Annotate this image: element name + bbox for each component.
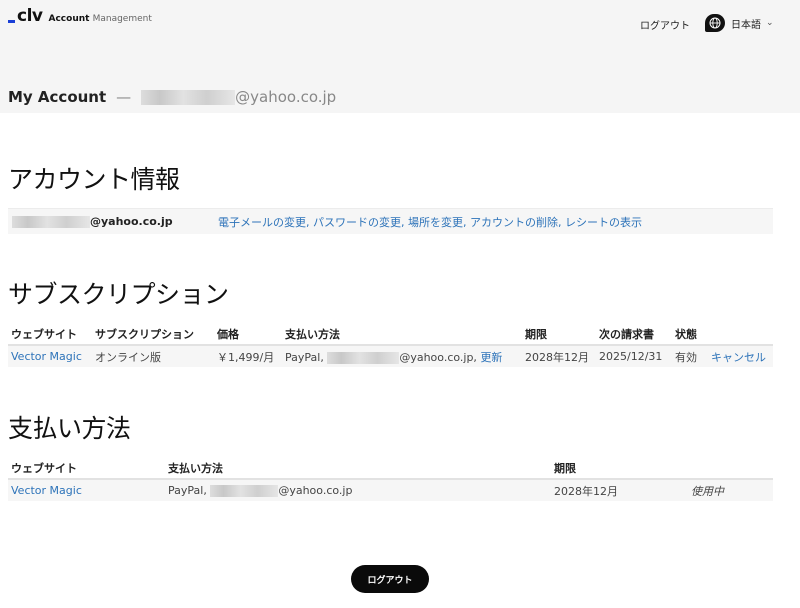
cancel-subscription-link[interactable]: キャンセル — [711, 351, 766, 364]
table-header-row: ウェブサイト サブスクリプション 価格 支払い方法 期限 次の請求書 状態 — [8, 323, 773, 345]
payment-email-suffix: @yahoo.co.jp, — [399, 350, 477, 364]
title-separator: — — [116, 88, 132, 106]
payment-email-suffix: @yahoo.co.jp — [278, 484, 353, 497]
header-bar: clv Account Management ログアウト 日本語 ⌄ My Ac… — [0, 0, 800, 113]
account-email-suffix: @yahoo.co.jp — [235, 88, 337, 106]
account-info-email-suffix: @yahoo.co.jp — [90, 215, 173, 228]
column-header: 支払い方法 — [285, 327, 340, 341]
website-link[interactable]: Vector Magic — [11, 484, 82, 497]
column-header: 期限 — [525, 327, 547, 341]
logo-text-light: Management — [92, 14, 152, 24]
payment-cell: PayPal, @yahoo.co.jp, 更新 — [282, 345, 522, 367]
change-email-link[interactable]: 電子メールの変更 — [218, 216, 306, 229]
payment-methods-table: ウェブサイト 支払い方法 期限 Vector Magic PayPal, @ya… — [8, 457, 773, 501]
column-header: 支払い方法 — [168, 461, 223, 475]
column-header: 次の請求書 — [599, 327, 654, 341]
subscriptions-table: ウェブサイト サブスクリプション 価格 支払い方法 期限 次の請求書 状態 Ve… — [8, 323, 773, 367]
expiry-cell: 2028年12月 — [522, 345, 596, 367]
account-info-email: @yahoo.co.jp — [8, 215, 173, 228]
logo-mark: clv — [8, 8, 43, 25]
table-header-row: ウェブサイト 支払い方法 期限 — [8, 457, 773, 479]
language-label: 日本語 — [731, 19, 761, 31]
delete-account-link[interactable]: アカウントの削除 — [470, 216, 558, 229]
page-title: My Account — @yahoo.co.jp — [8, 88, 336, 106]
view-receipts-link[interactable]: レシートの表示 — [565, 216, 642, 229]
chevron-down-icon: ⌄ — [766, 18, 774, 28]
column-header: ウェブサイト — [11, 327, 77, 341]
logo[interactable]: clv Account Management — [8, 8, 152, 25]
account-info-heading: アカウント情報 — [8, 165, 180, 194]
account-info-row: @yahoo.co.jp 電子メールの変更, パスワードの変更, 場所を変更, … — [8, 208, 773, 234]
payment-prefix: PayPal, — [285, 350, 324, 364]
account-actions: 電子メールの変更, パスワードの変更, 場所を変更, アカウントの削除, レシー… — [218, 214, 642, 230]
link-separator: , — [558, 215, 565, 229]
column-header: ウェブサイト — [11, 461, 77, 475]
column-header: 状態 — [675, 327, 697, 341]
payment-cell: PayPal, @yahoo.co.jp — [165, 479, 551, 501]
change-location-link[interactable]: 場所を変更 — [408, 216, 463, 229]
redacted-email — [141, 89, 236, 105]
logo-text: Account Management — [49, 13, 152, 25]
plan-cell: オンライン版 — [92, 345, 214, 367]
payment-methods-heading: 支払い方法 — [8, 414, 131, 443]
table-row: Vector Magic PayPal, @yahoo.co.jp 2028年1… — [8, 479, 773, 501]
globe-icon — [705, 14, 725, 32]
column-header: サブスクリプション — [95, 327, 194, 341]
column-header: 価格 — [217, 327, 239, 341]
redacted-email — [12, 215, 90, 228]
column-header — [688, 457, 773, 479]
subscriptions-heading: サブスクリプション — [8, 280, 229, 309]
price-cell: ￥1,499/月 — [214, 345, 282, 367]
link-separator: , — [306, 215, 313, 229]
redacted-email — [327, 351, 400, 364]
logo-text-bold: Account — [48, 14, 90, 24]
change-password-link[interactable]: パスワードの変更 — [313, 216, 401, 229]
redacted-email — [210, 485, 279, 497]
logout-button[interactable]: ログアウト — [351, 565, 429, 593]
status-cell: 有効 — [672, 345, 708, 367]
in-use-badge: 使用中 — [688, 479, 773, 501]
table-row: Vector Magic オンライン版 ￥1,499/月 PayPal, @ya… — [8, 345, 773, 367]
payment-prefix: PayPal, — [168, 484, 207, 497]
website-link[interactable]: Vector Magic — [11, 350, 82, 363]
update-payment-link[interactable]: 更新 — [480, 351, 502, 364]
next-invoice-cell: 2025/12/31 — [596, 345, 672, 367]
language-selector[interactable]: 日本語 ⌄ — [705, 14, 774, 32]
page-title-text: My Account — [8, 88, 107, 106]
link-separator: , — [401, 215, 408, 229]
link-separator: , — [463, 215, 470, 229]
column-header: 期限 — [554, 461, 576, 475]
header-logout-link[interactable]: ログアウト — [640, 17, 690, 32]
column-header — [708, 323, 773, 345]
expiry-cell: 2028年12月 — [551, 479, 688, 501]
